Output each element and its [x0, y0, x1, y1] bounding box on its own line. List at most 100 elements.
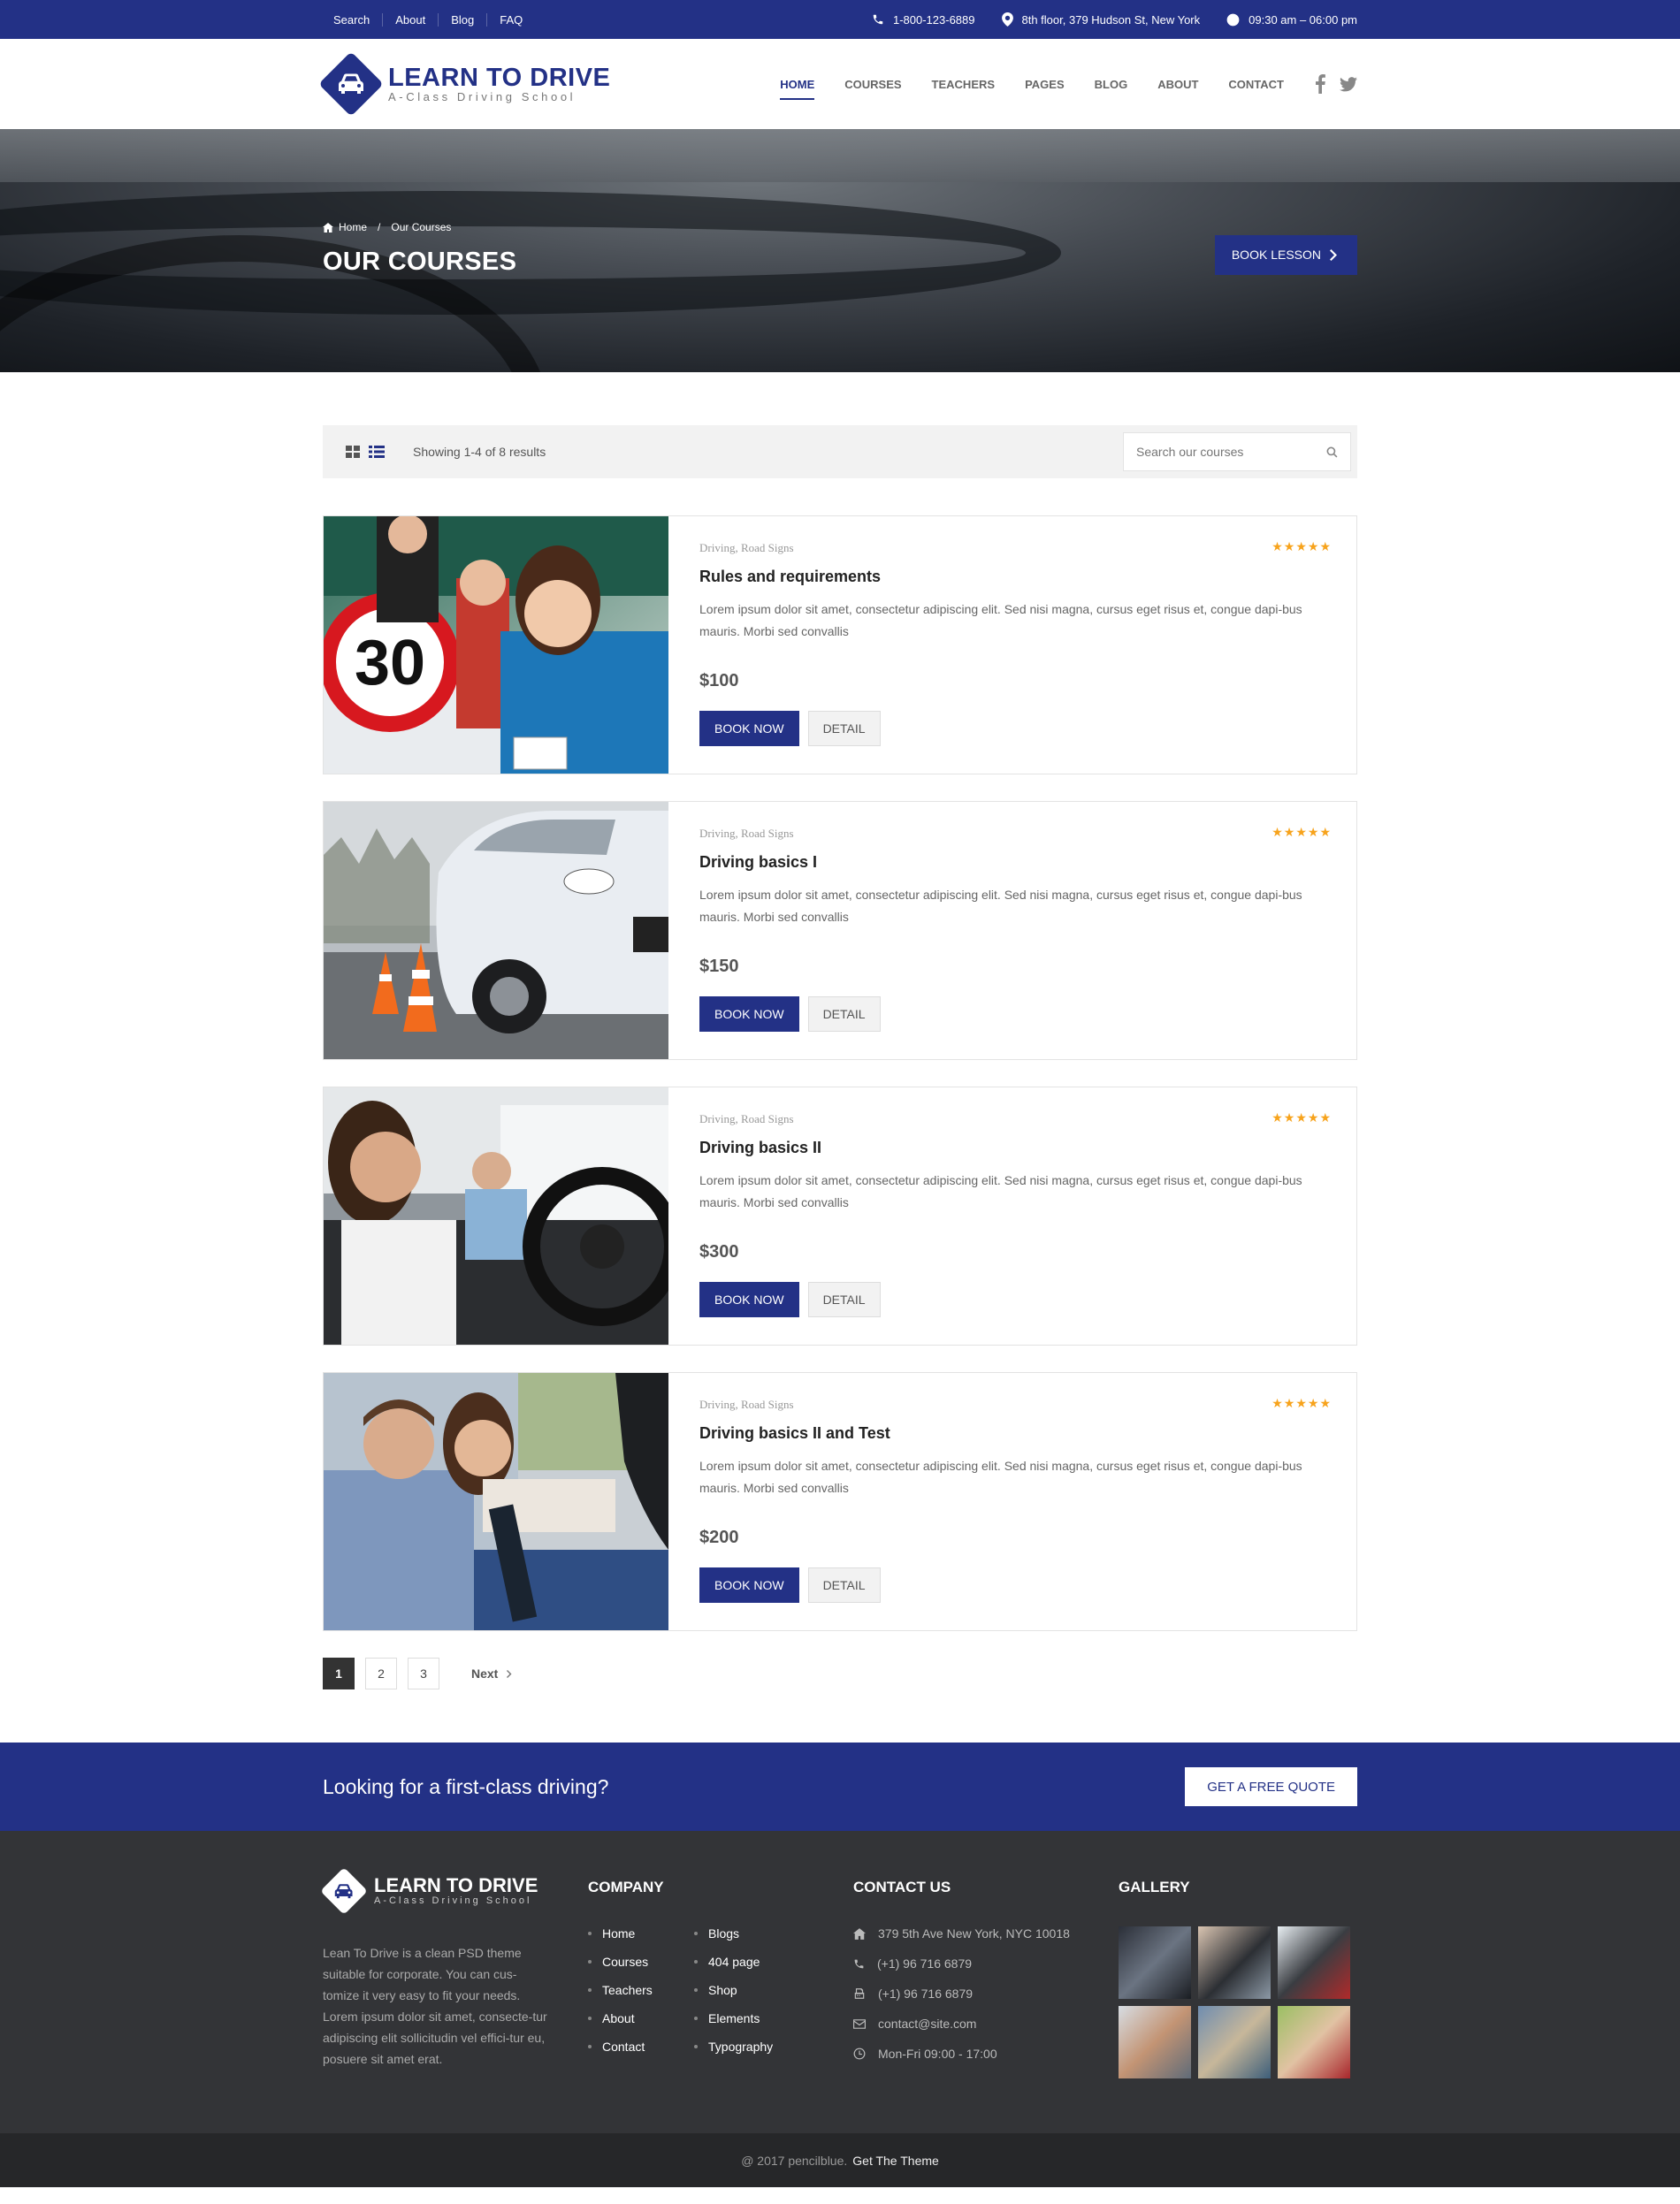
- top-link-faq[interactable]: FAQ: [486, 12, 535, 27]
- course-list: 30 Driving, Road Signs ★★★★★ Rules and r…: [323, 515, 1357, 1631]
- get-theme-link[interactable]: Get The Theme: [852, 2154, 939, 2168]
- top-bar: Search About Blog FAQ 1-800-123-6889 8th…: [0, 0, 1680, 39]
- course-image[interactable]: [324, 1373, 668, 1630]
- footer-link-about[interactable]: About: [588, 2011, 694, 2025]
- phone-icon: [854, 1959, 864, 1968]
- footer-brand-name: LEARN TO DRIVE: [374, 1874, 538, 1896]
- gallery-thumb[interactable]: [1278, 1926, 1350, 1999]
- top-link-search[interactable]: Search: [323, 13, 382, 27]
- detail-button[interactable]: DETAIL: [807, 1282, 881, 1317]
- rating-stars: ★★★★★: [1271, 825, 1332, 839]
- car-icon: [339, 73, 363, 94]
- breadcrumb-current: Our Courses: [391, 221, 452, 233]
- breadcrumb: Home / Our Courses: [323, 221, 451, 233]
- footer-company-title: COMPANY: [588, 1879, 664, 1895]
- course-description: Lorem ipsum dolor sit amet, consectetur …: [699, 888, 1302, 924]
- top-address: 8th floor, 379 Hudson St, New York: [1001, 12, 1200, 27]
- book-now-button[interactable]: BOOK NOW: [699, 996, 799, 1032]
- footer-hours: Mon-Fri 09:00 - 17:00: [853, 2047, 1119, 2061]
- page-1-button[interactable]: 1: [323, 1658, 355, 1689]
- footer-gallery: GALLERY: [1119, 1870, 1357, 2078]
- copyright-bar: @ 2017 pencilblue. Get The Theme: [0, 2133, 1680, 2187]
- nav-blog[interactable]: BLOG: [1095, 72, 1128, 96]
- course-title[interactable]: Rules and requirements: [699, 568, 1332, 586]
- svg-text:30: 30: [355, 628, 425, 698]
- course-title[interactable]: Driving basics I: [699, 853, 1332, 872]
- course-price: $200: [699, 1528, 739, 1547]
- top-link-about[interactable]: About: [382, 12, 438, 27]
- footer-email[interactable]: contact@site.com: [853, 2017, 1119, 2031]
- footer-logo[interactable]: LEARN TO DRIVE A-Class Driving School: [320, 1867, 588, 1915]
- footer-link-teachers[interactable]: Teachers: [588, 1983, 694, 1997]
- gallery-thumb[interactable]: [1119, 2006, 1191, 2078]
- top-link-blog[interactable]: Blog: [438, 12, 486, 27]
- list-view-icon[interactable]: [369, 446, 385, 458]
- nav-courses[interactable]: COURSES: [844, 72, 901, 96]
- rating-stars: ★★★★★: [1271, 1396, 1332, 1410]
- grid-view-icon[interactable]: [346, 446, 360, 458]
- footer-link-home[interactable]: Home: [588, 1926, 694, 1941]
- fax-icon: [854, 1988, 865, 1999]
- detail-button[interactable]: DETAIL: [807, 1567, 881, 1603]
- footer-link-contact[interactable]: Contact: [588, 2040, 694, 2054]
- logo[interactable]: LEARN TO DRIVE A-Class Driving School: [318, 51, 611, 117]
- course-title[interactable]: Driving basics II and Test: [699, 1424, 1332, 1443]
- course-categories: Driving, Road Signs: [699, 1112, 794, 1125]
- nav-home[interactable]: HOME: [780, 72, 815, 100]
- footer-link-404[interactable]: 404 page: [694, 1955, 800, 1969]
- rating-stars: ★★★★★: [1271, 539, 1332, 553]
- course-photo-road-sign: 30: [324, 516, 668, 774]
- course-categories: Driving, Road Signs: [699, 1398, 794, 1411]
- footer-link-blogs[interactable]: Blogs: [694, 1926, 800, 1941]
- footer-link-typography[interactable]: Typography: [694, 2040, 800, 2054]
- course-image[interactable]: [324, 1087, 668, 1345]
- course-photo-instructor-test: [324, 1373, 668, 1630]
- gallery-thumb[interactable]: [1119, 1926, 1191, 1999]
- breadcrumb-home[interactable]: Home: [339, 221, 367, 233]
- brand-name: LEARN TO DRIVE: [388, 64, 611, 92]
- book-lesson-button[interactable]: BOOK LESSON: [1214, 235, 1357, 275]
- chevron-right-icon: [507, 1669, 512, 1678]
- course-image[interactable]: [324, 802, 668, 1059]
- course-search: [1123, 432, 1351, 471]
- footer-link-elements[interactable]: Elements: [694, 2011, 800, 2025]
- page-2-button[interactable]: 2: [365, 1658, 397, 1689]
- nav-pages[interactable]: PAGES: [1025, 72, 1065, 96]
- course-price: $300: [699, 1242, 739, 1262]
- map-pin-icon: [1001, 12, 1013, 27]
- envelope-icon: [853, 2018, 866, 2029]
- nav-contact[interactable]: CONTACT: [1228, 72, 1284, 96]
- footer: LEARN TO DRIVE A-Class Driving School Le…: [0, 1831, 1680, 2133]
- course-card: Driving, Road Signs ★★★★★ Driving basics…: [323, 1087, 1357, 1346]
- course-title[interactable]: Driving basics II: [699, 1139, 1332, 1157]
- footer-phone: (+1) 96 716 6879: [853, 1956, 1119, 1971]
- course-categories: Driving, Road Signs: [699, 541, 794, 554]
- course-photo-woman-driving: [324, 1087, 668, 1345]
- detail-button[interactable]: DETAIL: [807, 996, 881, 1032]
- footer-link-shop[interactable]: Shop: [694, 1983, 800, 1997]
- nav-teachers[interactable]: TEACHERS: [932, 72, 996, 96]
- get-free-quote-button[interactable]: GET A FREE QUOTE: [1185, 1767, 1357, 1806]
- book-now-button[interactable]: BOOK NOW: [699, 1567, 799, 1603]
- twitter-icon[interactable]: [1340, 76, 1357, 92]
- detail-button[interactable]: DETAIL: [807, 711, 881, 746]
- gallery-thumb[interactable]: [1278, 2006, 1350, 2078]
- footer-link-courses[interactable]: Courses: [588, 1955, 694, 1969]
- footer-logo-badge: [320, 1867, 368, 1915]
- top-hours: 09:30 am – 06:00 pm: [1226, 13, 1357, 27]
- nav-about[interactable]: ABOUT: [1157, 72, 1198, 96]
- next-page-button[interactable]: Next: [471, 1666, 512, 1681]
- search-icon[interactable]: [1326, 446, 1338, 458]
- book-now-button[interactable]: BOOK NOW: [699, 1282, 799, 1317]
- gallery-thumb[interactable]: [1198, 2006, 1271, 2078]
- footer-address: 379 5th Ave New York, NYC 10018: [853, 1926, 1119, 1941]
- course-image[interactable]: 30: [324, 516, 668, 774]
- gallery-thumb[interactable]: [1198, 1926, 1271, 1999]
- course-search-input[interactable]: [1136, 445, 1313, 459]
- footer-brand-tagline: A-Class Driving School: [374, 1895, 532, 1906]
- footer-fax: (+1) 96 716 6879: [853, 1987, 1119, 2001]
- course-photo-car-cones: [324, 802, 668, 1059]
- book-now-button[interactable]: BOOK NOW: [699, 711, 799, 746]
- facebook-icon[interactable]: [1316, 74, 1325, 94]
- page-3-button[interactable]: 3: [408, 1658, 439, 1689]
